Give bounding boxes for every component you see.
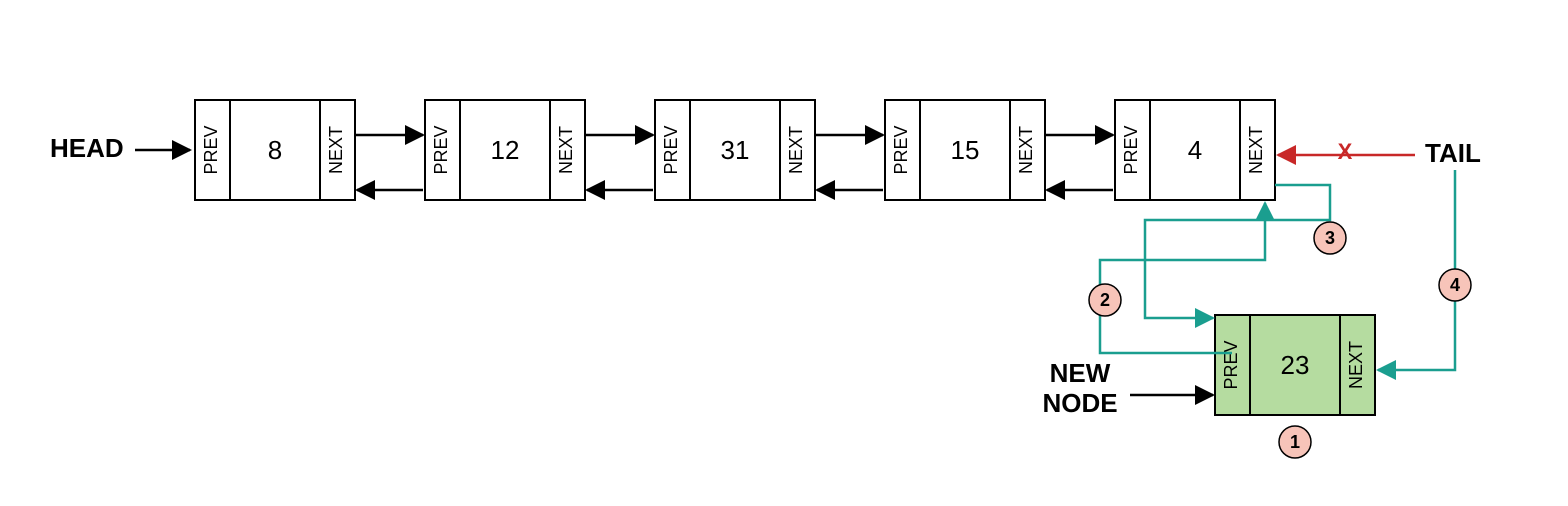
step-4-badge: 4	[1439, 269, 1471, 301]
next-label: NEXT	[556, 126, 576, 174]
step-1-num: 1	[1290, 432, 1300, 452]
node-4-value: 4	[1188, 135, 1202, 165]
prev-label: PREV	[1221, 340, 1241, 389]
node-3: PREV 15 NEXT	[885, 100, 1045, 200]
node-0-value: 8	[268, 135, 282, 165]
head-label: HEAD	[50, 133, 124, 163]
step-2-num: 2	[1100, 290, 1110, 310]
node-4: PREV 4 NEXT	[1115, 100, 1275, 200]
node-2-value: 31	[721, 135, 750, 165]
new-node-value: 23	[1281, 350, 1310, 380]
step-2-badge: 2	[1089, 284, 1121, 316]
node-1-value: 12	[491, 135, 520, 165]
step-1-badge: 1	[1279, 426, 1311, 458]
node-2: PREV 31 NEXT	[655, 100, 815, 200]
next-label: NEXT	[1016, 126, 1036, 174]
prev-label: PREV	[201, 125, 221, 174]
next-label: NEXT	[1246, 126, 1266, 174]
prev-label: PREV	[1121, 125, 1141, 174]
new-node-label-line2: NODE	[1042, 388, 1117, 418]
step-3-badge: 3	[1314, 222, 1346, 254]
tail-label: TAIL	[1425, 138, 1481, 168]
new-node: PREV 23 NEXT	[1215, 315, 1375, 415]
next-label: NEXT	[1346, 341, 1366, 389]
step-3-arrow	[1145, 185, 1330, 318]
step-3-num: 3	[1325, 228, 1335, 248]
next-label: NEXT	[786, 126, 806, 174]
node-3-value: 15	[951, 135, 980, 165]
prev-label: PREV	[431, 125, 451, 174]
prev-label: PREV	[661, 125, 681, 174]
node-0: PREV 8 NEXT	[195, 100, 355, 200]
new-node-label-line1: NEW	[1050, 358, 1111, 388]
step-4-arrow	[1378, 170, 1455, 370]
step-4-num: 4	[1450, 275, 1460, 295]
node-1: PREV 12 NEXT	[425, 100, 585, 200]
prev-label: PREV	[891, 125, 911, 174]
tail-cross-icon: X	[1338, 139, 1353, 164]
next-label: NEXT	[326, 126, 346, 174]
